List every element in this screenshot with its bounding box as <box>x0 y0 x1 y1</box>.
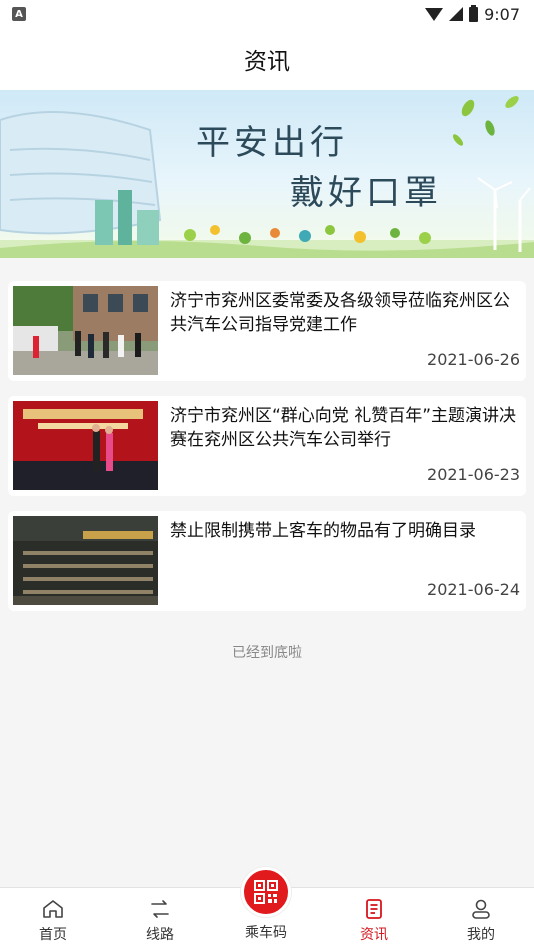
signal-icon <box>449 7 464 21</box>
news-title: 济宁市兖州区“群心向党 礼赞百年”主题演讲决赛在兖州区公共汽车公司举行 <box>170 406 517 450</box>
tab-label: 资讯 <box>360 927 388 943</box>
tab-label: 首页 <box>39 927 67 943</box>
ride-code-button[interactable] <box>241 867 291 917</box>
notification-icon: A <box>12 7 26 21</box>
battery-icon <box>469 4 479 22</box>
news-icon <box>366 899 382 919</box>
page-header: 资讯 <box>0 28 534 90</box>
news-item[interactable]: 济宁市兖州区“群心向党 礼赞百年”主题演讲决赛在兖州区公共汽车公司举行 2021… <box>8 396 526 496</box>
page-title: 资讯 <box>244 49 290 75</box>
tab-routes[interactable]: 线路 <box>120 888 200 950</box>
news-thumbnail <box>13 516 158 605</box>
news-title: 禁止限制携带上客车的物品有了明确目录 <box>170 521 476 541</box>
tab-label: 线路 <box>146 927 174 943</box>
banner-slogan-line1: 平安出行 <box>196 123 348 163</box>
wifi-icon <box>425 7 444 21</box>
list-end-text: 已经到底啦 <box>232 645 302 661</box>
tab-profile[interactable]: 我的 <box>441 888 521 950</box>
news-date: 2021-06-26 <box>427 350 520 369</box>
home-icon <box>43 900 63 918</box>
qr-code-icon <box>254 880 278 904</box>
banner-image[interactable]: 平安出行 戴好口罩 <box>0 90 534 258</box>
route-icon <box>151 900 169 918</box>
status-bar: A 9:07 <box>0 0 534 28</box>
news-item[interactable]: 禁止限制携带上客车的物品有了明确目录 2021-06-24 <box>8 511 526 611</box>
news-thumbnail <box>13 401 158 490</box>
tab-label-ride-code[interactable]: 乘车码 <box>226 922 306 942</box>
tab-home[interactable]: 首页 <box>13 888 93 950</box>
news-item[interactable]: 济宁市兖州区委常委及各级领导莅临兖州区公共汽车公司指导党建工作 2021-06-… <box>8 281 526 381</box>
tab-news[interactable]: 资讯 <box>334 888 414 950</box>
news-date: 2021-06-24 <box>427 580 520 599</box>
news-thumbnail <box>13 286 158 375</box>
status-time: 9:07 <box>484 4 520 24</box>
news-date: 2021-06-23 <box>427 465 520 484</box>
tab-label: 我的 <box>467 927 495 943</box>
news-title: 济宁市兖州区委常委及各级领导莅临兖州区公共汽车公司指导党建工作 <box>170 291 510 335</box>
profile-icon <box>472 899 490 919</box>
banner-slogan-line2: 戴好口罩 <box>290 173 442 213</box>
